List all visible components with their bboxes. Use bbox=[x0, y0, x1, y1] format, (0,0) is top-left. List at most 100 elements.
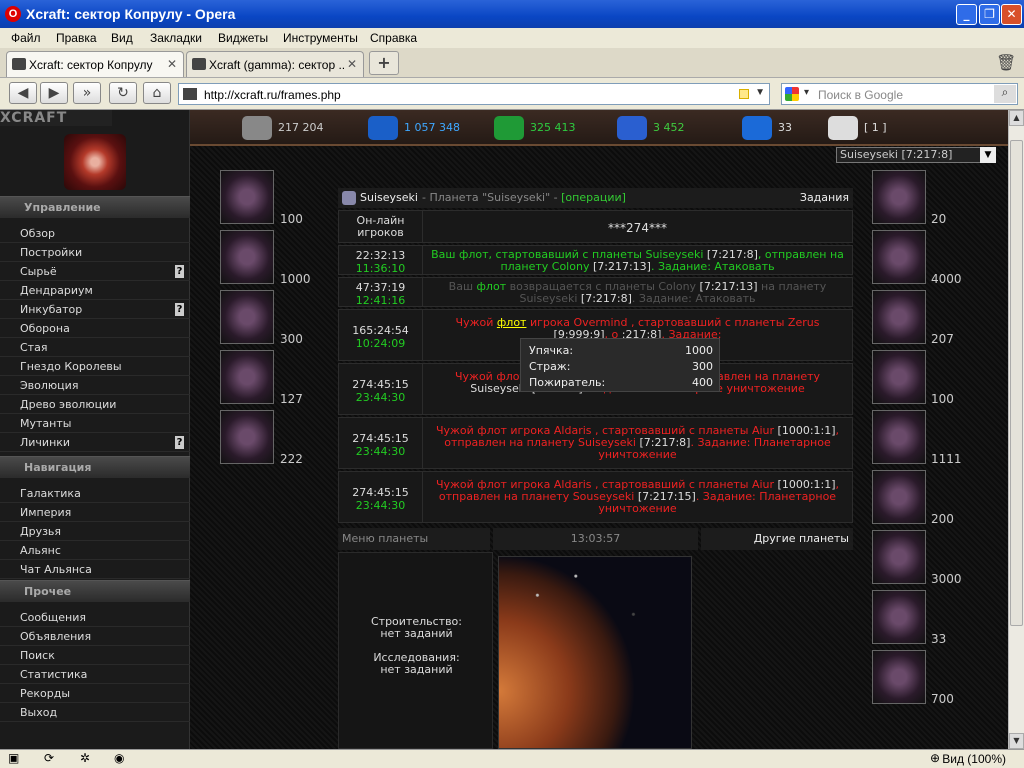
online-row: Он-лайн игроков ***274*** bbox=[338, 210, 853, 243]
sidebar-item[interactable]: Постройки bbox=[0, 243, 190, 262]
menu-bookmarks[interactable]: Закладки bbox=[150, 31, 202, 45]
chevron-down-icon[interactable]: ▾ bbox=[804, 87, 809, 98]
sidebar-item[interactable]: Галактика bbox=[0, 484, 190, 503]
unit-portrait[interactable] bbox=[872, 590, 926, 644]
bookmark-icon[interactable] bbox=[739, 89, 749, 99]
sidebar-item[interactable]: Оборона bbox=[0, 319, 190, 338]
unit-portrait[interactable] bbox=[220, 230, 274, 284]
unit-count: 20 bbox=[931, 212, 947, 226]
unite-icon[interactable]: ✲ bbox=[80, 751, 90, 765]
back-button[interactable]: ◀ bbox=[9, 82, 37, 104]
sidebar-item[interactable]: Стая bbox=[0, 338, 190, 357]
sidebar-item[interactable]: Дендрариум bbox=[0, 281, 190, 300]
menu-view[interactable]: Вид bbox=[111, 31, 133, 45]
unit-portrait[interactable] bbox=[872, 290, 926, 344]
sidebar-item[interactable]: Друзья bbox=[0, 522, 190, 541]
sidebar-item-label: Оборона bbox=[20, 322, 70, 335]
unit-portrait[interactable] bbox=[872, 170, 926, 224]
sidebar-item[interactable]: Объявления bbox=[0, 627, 190, 646]
sidebar-item[interactable]: Империя bbox=[0, 503, 190, 522]
event-text[interactable]: флот bbox=[497, 316, 527, 329]
zoom-icon[interactable]: ⊕ bbox=[930, 751, 940, 765]
restore-button[interactable]: ❐ bbox=[979, 4, 1000, 25]
globe-icon[interactable]: ◉ bbox=[114, 751, 124, 765]
planet-select[interactable]: Suiseyseki [7:217:8] ▼ bbox=[836, 147, 996, 163]
forward-button[interactable]: ▶ bbox=[40, 82, 68, 104]
close-button[interactable]: ✕ bbox=[1001, 4, 1022, 25]
resource-value: 3 452 bbox=[653, 121, 685, 134]
sidebar-item[interactable]: Альянс bbox=[0, 541, 190, 560]
tab-close-icon[interactable]: ✕ bbox=[167, 57, 177, 71]
home-button[interactable]: ⌂ bbox=[143, 82, 171, 104]
section-header: Навигация bbox=[0, 456, 190, 478]
reload-button[interactable]: ↻ bbox=[109, 82, 137, 104]
sidebar-item[interactable]: Древо эволюции bbox=[0, 395, 190, 414]
unit-portrait[interactable] bbox=[872, 410, 926, 464]
player-name[interactable]: Suiseyseki bbox=[360, 188, 418, 208]
chevron-down-icon[interactable]: ▼ bbox=[755, 87, 765, 98]
unit-portrait[interactable] bbox=[872, 350, 926, 404]
unit-portrait[interactable] bbox=[220, 170, 274, 224]
tasks-link[interactable]: Задания bbox=[800, 188, 849, 208]
help-icon[interactable]: ? bbox=[175, 436, 184, 449]
help-icon[interactable]: ? bbox=[175, 265, 184, 278]
unit-portrait[interactable] bbox=[872, 650, 926, 704]
event-arrival-time: 23:44:30 bbox=[355, 445, 406, 458]
panel-toggle-icon[interactable]: ▣ bbox=[8, 751, 19, 765]
sidebar-item-label: Сообщения bbox=[20, 611, 87, 624]
menu-file[interactable]: Файл bbox=[11, 31, 41, 45]
tab-xcraft-gamma[interactable]: Xcraft (gamma): сектор ... ✕ bbox=[186, 51, 364, 77]
sidebar-item[interactable]: Поиск bbox=[0, 646, 190, 665]
menu-help[interactable]: Справка bbox=[370, 31, 417, 45]
chevron-down-icon[interactable]: ▼ bbox=[980, 147, 996, 163]
new-tab-button[interactable]: + bbox=[369, 51, 399, 75]
help-icon[interactable]: ? bbox=[175, 303, 184, 316]
sidebar-item[interactable]: Рекорды bbox=[0, 684, 190, 703]
fleet-event-row: 274:45:15 23:44:30 Чужой флот игрока Aldar… bbox=[338, 417, 853, 469]
sidebar-item[interactable]: Эволюция bbox=[0, 376, 190, 395]
unit-portrait[interactable] bbox=[872, 230, 926, 284]
other-planets-link[interactable]: Другие планеты bbox=[701, 528, 853, 550]
sidebar-item[interactable]: Инкубатор? bbox=[0, 300, 190, 319]
scroll-up-icon[interactable]: ▲ bbox=[1009, 110, 1024, 126]
planet-image[interactable] bbox=[498, 556, 692, 749]
minimize-button[interactable]: _ bbox=[956, 4, 977, 25]
zoom-level[interactable]: Вид (100%) bbox=[942, 752, 1006, 766]
tab-xcraft[interactable]: Xcraft: сектор Копрулу ✕ bbox=[6, 51, 184, 77]
sync-icon[interactable]: ⟳ bbox=[44, 751, 54, 765]
menu-tools[interactable]: Инструменты bbox=[283, 31, 358, 45]
address-url[interactable]: http://xcraft.ru/frames.php bbox=[204, 88, 341, 102]
sidebar-item[interactable]: Статистика bbox=[0, 665, 190, 684]
operations-link[interactable]: [операции] bbox=[561, 191, 626, 204]
sidebar-item[interactable]: Выход bbox=[0, 703, 190, 722]
sidebar-item[interactable]: Обзор bbox=[0, 224, 190, 243]
unit-portrait[interactable] bbox=[220, 290, 274, 344]
section-header: Управление bbox=[0, 196, 190, 218]
trash-icon[interactable]: 🗑 bbox=[996, 53, 1016, 75]
fast-forward-button[interactable]: » bbox=[73, 82, 101, 104]
sidebar-item[interactable]: Личинки? bbox=[0, 433, 190, 452]
menu-widgets[interactable]: Виджеты bbox=[218, 31, 268, 45]
sidebar-item[interactable]: Мутанты bbox=[0, 414, 190, 433]
google-icon[interactable] bbox=[785, 87, 799, 101]
sidebar-item[interactable]: Чат Альянса bbox=[0, 560, 190, 579]
planet-menu-link[interactable]: Меню планеты bbox=[338, 528, 490, 550]
menu-edit[interactable]: Правка bbox=[56, 31, 97, 45]
tab-close-icon[interactable]: ✕ bbox=[347, 57, 357, 71]
sidebar-item[interactable]: Сырьё? bbox=[0, 262, 190, 281]
search-box[interactable]: ▾ Поиск в Google ⌕ bbox=[781, 83, 1018, 105]
unit-portrait[interactable] bbox=[872, 470, 926, 524]
sidebar-item-label: Чат Альянса bbox=[20, 563, 92, 576]
sidebar-item[interactable]: Сообщения bbox=[0, 608, 190, 627]
search-input[interactable]: Поиск в Google bbox=[818, 88, 903, 102]
event-timer: 165:24:54 10:24:09 bbox=[339, 310, 423, 360]
scroll-thumb[interactable] bbox=[1010, 140, 1023, 626]
search-icon[interactable]: ⌕ bbox=[994, 85, 1016, 103]
sidebar-item[interactable]: Гнездо Королевы bbox=[0, 357, 190, 376]
vertical-scrollbar[interactable]: ▲ ▼ bbox=[1008, 110, 1024, 749]
unit-portrait[interactable] bbox=[220, 350, 274, 404]
scroll-down-icon[interactable]: ▼ bbox=[1009, 733, 1024, 749]
unit-portrait[interactable] bbox=[872, 530, 926, 584]
unit-portrait[interactable] bbox=[220, 410, 274, 464]
address-bar[interactable]: http://xcraft.ru/frames.php ▼ bbox=[178, 83, 770, 105]
